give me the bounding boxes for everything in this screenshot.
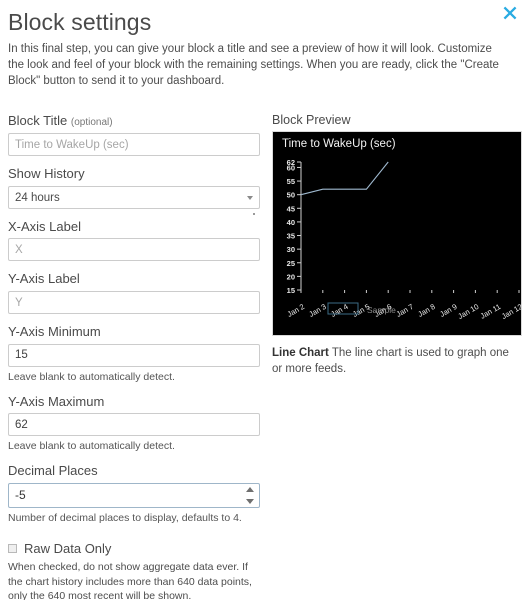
- svg-text:Jan 8: Jan 8: [416, 302, 436, 319]
- block-settings-dialog: Block settings In this final step, you c…: [0, 0, 525, 600]
- y-axis-maximum-label: Y-Axis Maximum: [8, 393, 105, 409]
- raw-data-only-checkbox[interactable]: [8, 544, 17, 554]
- field-y-axis-maximum: Y-Axis Maximum Leave blank to automatica…: [8, 394, 270, 454]
- x-axis-label-label: X-Axis Label: [8, 218, 81, 234]
- svg-text:Jan 11: Jan 11: [479, 302, 503, 321]
- svg-text:Jan 9: Jan 9: [438, 302, 458, 319]
- quantity-stepper[interactable]: [245, 486, 254, 504]
- svg-text:55: 55: [287, 177, 295, 186]
- svg-text:Jan 3: Jan 3: [307, 302, 327, 319]
- decimal-places-label: Decimal Places: [8, 463, 98, 479]
- block-title-label: Block Title (optional): [8, 113, 270, 129]
- field-x-axis-label: X-Axis Label: [8, 219, 270, 262]
- field-block-title: Block Title (optional): [8, 113, 270, 157]
- y-axis-maximum-input[interactable]: [8, 413, 260, 437]
- stepper-up-icon[interactable]: [245, 486, 254, 492]
- block-preview-panel: Block Preview Time to WakeUp (sec) 62 60 5…: [272, 103, 524, 377]
- decimal-places-wrap: [8, 482, 260, 508]
- y-axis-maximum-hint: Leave blank to automatically detect.: [8, 440, 175, 453]
- svg-text:Jan 12: Jan 12: [500, 302, 522, 321]
- chart-caption-bold: Line Chart: [272, 347, 329, 360]
- chart-preview: Time to WakeUp (sec) 62 60 55 50 45 40 35 30 25 2…: [272, 131, 522, 337]
- intro-text: In this final step, you can give your bl…: [8, 43, 499, 88]
- svg-text:20: 20: [287, 273, 295, 282]
- decimal-places-hint: Number of decimal places to display, def…: [8, 511, 242, 524]
- svg-text:40: 40: [287, 218, 295, 227]
- field-y-axis-minimum: Y-Axis Minimum Leave blank to automatica…: [8, 324, 270, 384]
- raw-data-only-desc: When checked, do not show aggregate data…: [8, 561, 252, 600]
- close-icon[interactable]: [502, 5, 518, 21]
- select-resize-dot: [253, 212, 255, 215]
- settings-form: Block Title (optional) Show History 24 h…: [8, 103, 270, 600]
- svg-text:15: 15: [287, 286, 295, 295]
- svg-text:Jan 7: Jan 7: [395, 302, 415, 319]
- show-history-label: Show History: [8, 166, 85, 182]
- raw-data-only-row[interactable]: Raw Data Only: [8, 541, 270, 557]
- block-preview-label: Block Preview: [272, 113, 351, 128]
- x-axis-label-input[interactable]: [8, 238, 260, 262]
- decimal-places-input[interactable]: [8, 482, 260, 508]
- svg-text:60: 60: [287, 164, 295, 173]
- svg-text:50: 50: [287, 191, 295, 200]
- chart-caption: Line Chart The line chart is used to gra…: [272, 345, 522, 377]
- y-axis-minimum-hint: Leave blank to automatically detect.: [8, 370, 175, 383]
- svg-text:Jan 2: Jan 2: [286, 302, 306, 319]
- svg-text:45: 45: [287, 205, 295, 214]
- svg-text:Sample: Sample: [367, 305, 396, 315]
- y-axis-minimum-input[interactable]: [8, 343, 260, 367]
- settings-columns: Block Title (optional) Show History 24 h…: [8, 103, 522, 600]
- block-title-optional: (optional): [70, 117, 113, 129]
- field-show-history: Show History 24 hours: [8, 166, 270, 215]
- show-history-select[interactable]: 24 hours: [8, 185, 260, 209]
- show-history-select-wrap: 24 hours: [8, 185, 260, 215]
- field-decimal-places: Decimal Places Number of decimal places …: [8, 463, 270, 525]
- page-title: Block settings: [8, 9, 152, 35]
- svg-text:Jan 4: Jan 4: [329, 302, 349, 319]
- block-title-input[interactable]: [8, 133, 260, 157]
- svg-text:Jan 10: Jan 10: [456, 302, 480, 321]
- field-y-axis-label: Y-Axis Label: [8, 271, 270, 315]
- y-axis-label-label: Y-Axis Label: [8, 271, 80, 287]
- line-chart: 6260555045403530252015Jan 2 Jan 3 Jan 4 Jan…: [286, 158, 522, 321]
- y-axis-label-input[interactable]: [8, 291, 260, 315]
- svg-text:25: 25: [287, 259, 295, 268]
- y-axis-minimum-label: Y-Axis Minimum: [8, 324, 101, 340]
- svg-text:35: 35: [287, 232, 295, 241]
- svg-text:30: 30: [287, 245, 295, 254]
- raw-data-only-label: Raw Data Only: [24, 540, 112, 556]
- stepper-down-icon[interactable]: [245, 498, 254, 504]
- block-title-label-text: Block Title: [8, 113, 68, 129]
